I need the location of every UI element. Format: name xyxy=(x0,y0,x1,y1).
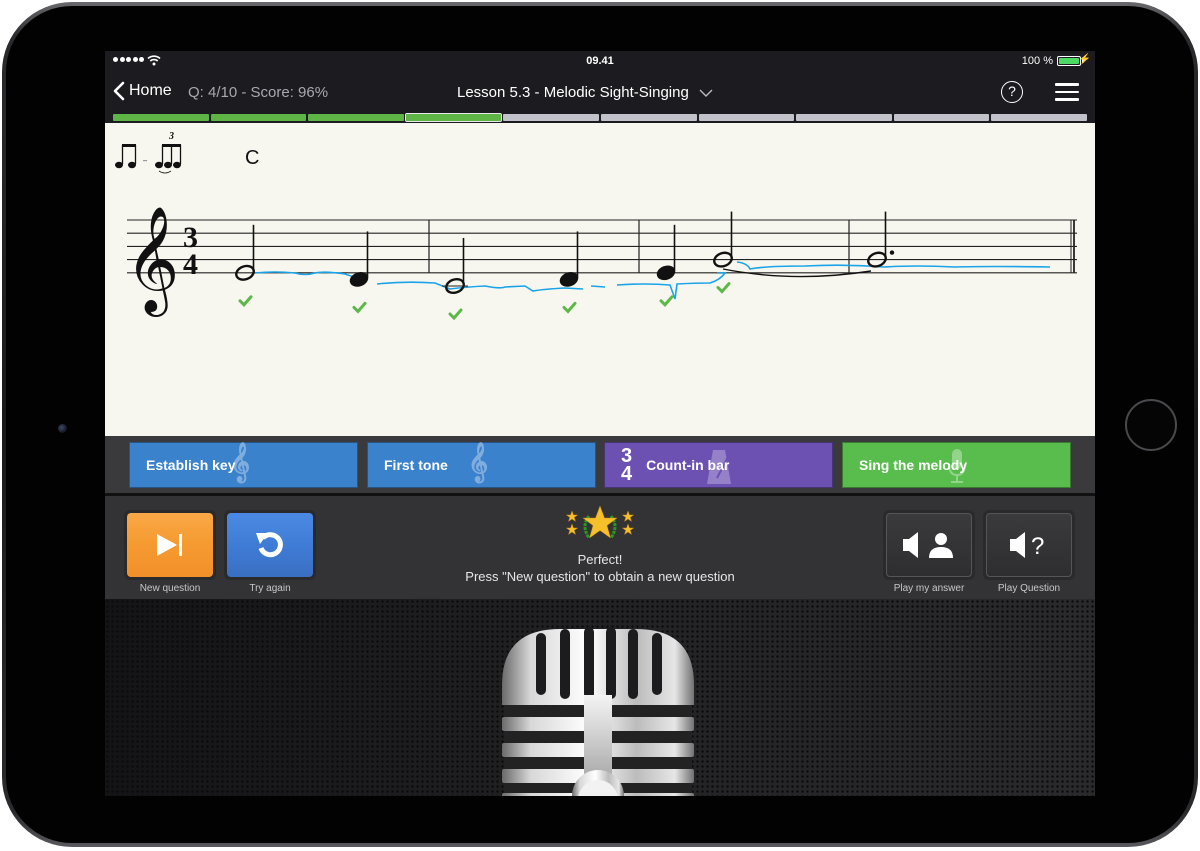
play-question-button[interactable]: ? Play Question xyxy=(983,510,1075,594)
chevron-down-icon xyxy=(699,89,713,97)
check-icon xyxy=(562,301,577,314)
play-my-answer-button[interactable]: Play my answer xyxy=(883,510,975,594)
menu-button[interactable] xyxy=(1055,83,1079,101)
microphone-area xyxy=(105,599,1095,796)
progress-segment-6 xyxy=(600,114,697,121)
progress-segment-10 xyxy=(991,114,1087,121)
result-panel: Perfect! Press "New question" to obtain … xyxy=(405,504,795,584)
pitch-trace xyxy=(254,261,1051,300)
chevron-left-icon xyxy=(113,81,125,101)
lesson-title: Lesson 5.3 - Melodic Sight-Singing xyxy=(457,84,689,101)
try-again-button[interactable]: Try again xyxy=(224,510,316,594)
five-star-rating-icon xyxy=(405,504,795,544)
step-label: Count-in bar xyxy=(646,457,730,473)
progress-segment-4 xyxy=(404,113,503,122)
battery-icon xyxy=(1057,56,1084,66)
check-icon xyxy=(716,282,731,294)
treble-clef: 𝄞 xyxy=(125,205,179,317)
help-button[interactable]: ? xyxy=(1001,81,1023,103)
score-sheet: 3 𝄞 3 4 C xyxy=(105,123,1095,436)
record-microphone-button[interactable] xyxy=(500,625,696,796)
step-label: First tone xyxy=(384,457,448,473)
retry-icon xyxy=(256,532,283,558)
time-signature-icon: 3 4 xyxy=(621,445,633,485)
svg-text:?: ? xyxy=(1031,533,1044,560)
speaker-question-icon: ? xyxy=(1010,532,1044,560)
exercise-steps: Establish key 𝄞 First tone 𝄞 3 4 Count-i… xyxy=(105,436,1095,493)
home-button[interactable] xyxy=(1125,399,1177,451)
treble-clef-icon: 𝄞 xyxy=(468,443,489,481)
progress-segment-8 xyxy=(796,114,892,121)
question-progress xyxy=(113,113,1087,122)
check-icon xyxy=(659,295,674,307)
check-marks xyxy=(238,282,731,321)
staff-lines xyxy=(127,219,1077,274)
step-label: Establish key xyxy=(146,457,236,473)
lesson-selector[interactable]: Lesson 5.3 - Melodic Sight-Singing xyxy=(457,84,713,101)
play-question-label: Play Question xyxy=(997,583,1061,594)
back-button[interactable]: Home xyxy=(113,81,172,101)
progress-segment-3 xyxy=(308,114,404,121)
nav-bar: Home Q: 4/10 - Score: 96% Lesson 5.3 - M… xyxy=(105,71,1095,113)
app-screen: 09.41 100 % ⚡ Home Q: 4/10 - Score: 96% … xyxy=(105,51,1095,796)
question-score: Q: 4/10 - Score: 96% xyxy=(188,84,329,101)
first-tone-button[interactable]: First tone 𝄞 xyxy=(367,442,596,488)
charging-icon: ⚡ xyxy=(1078,54,1091,65)
result-title: Perfect! xyxy=(577,552,623,567)
step-label: Sing the melody xyxy=(859,457,968,473)
clock: 09.41 xyxy=(586,55,614,67)
result-message: Press "New question" to obtain a new que… xyxy=(465,569,735,584)
battery-percent: 100 % xyxy=(1021,55,1053,67)
triplet-number: 3 xyxy=(168,131,174,142)
speaker-person-icon xyxy=(903,532,953,558)
control-panel: New question Try again Perfect! Press "N… xyxy=(105,493,1095,599)
count-in-bar-button[interactable]: 3 4 Count-in bar xyxy=(604,442,833,488)
rhythm-hint-triplet: 3 xyxy=(155,131,182,174)
chord-symbol: C xyxy=(245,147,260,169)
try-again-label: Try again xyxy=(249,583,291,594)
hamburger-icon xyxy=(1055,83,1079,86)
front-camera xyxy=(58,424,67,433)
status-bar: 09.41 100 % ⚡ xyxy=(105,51,1095,71)
progress-segment-1 xyxy=(113,114,209,121)
progress-segment-7 xyxy=(698,114,795,121)
sing-melody-button[interactable]: Sing the melody xyxy=(842,442,1071,488)
establish-key-button[interactable]: Establish key 𝄞 xyxy=(129,442,358,488)
skip-forward-icon xyxy=(157,534,182,556)
check-icon xyxy=(238,295,253,307)
progress-segment-2 xyxy=(210,114,307,121)
notes xyxy=(235,211,895,295)
play-my-answer-label: Play my answer xyxy=(893,583,965,594)
back-label: Home xyxy=(129,82,172,99)
check-icon xyxy=(448,308,463,321)
check-icon xyxy=(352,301,367,314)
progress-segment-5 xyxy=(503,114,599,121)
new-question-button[interactable]: New question xyxy=(124,510,216,594)
time-signature-bottom: 4 xyxy=(183,248,198,281)
new-question-label: New question xyxy=(139,583,201,594)
rhythm-hint-eighths xyxy=(115,144,147,169)
progress-segment-9 xyxy=(893,114,990,121)
